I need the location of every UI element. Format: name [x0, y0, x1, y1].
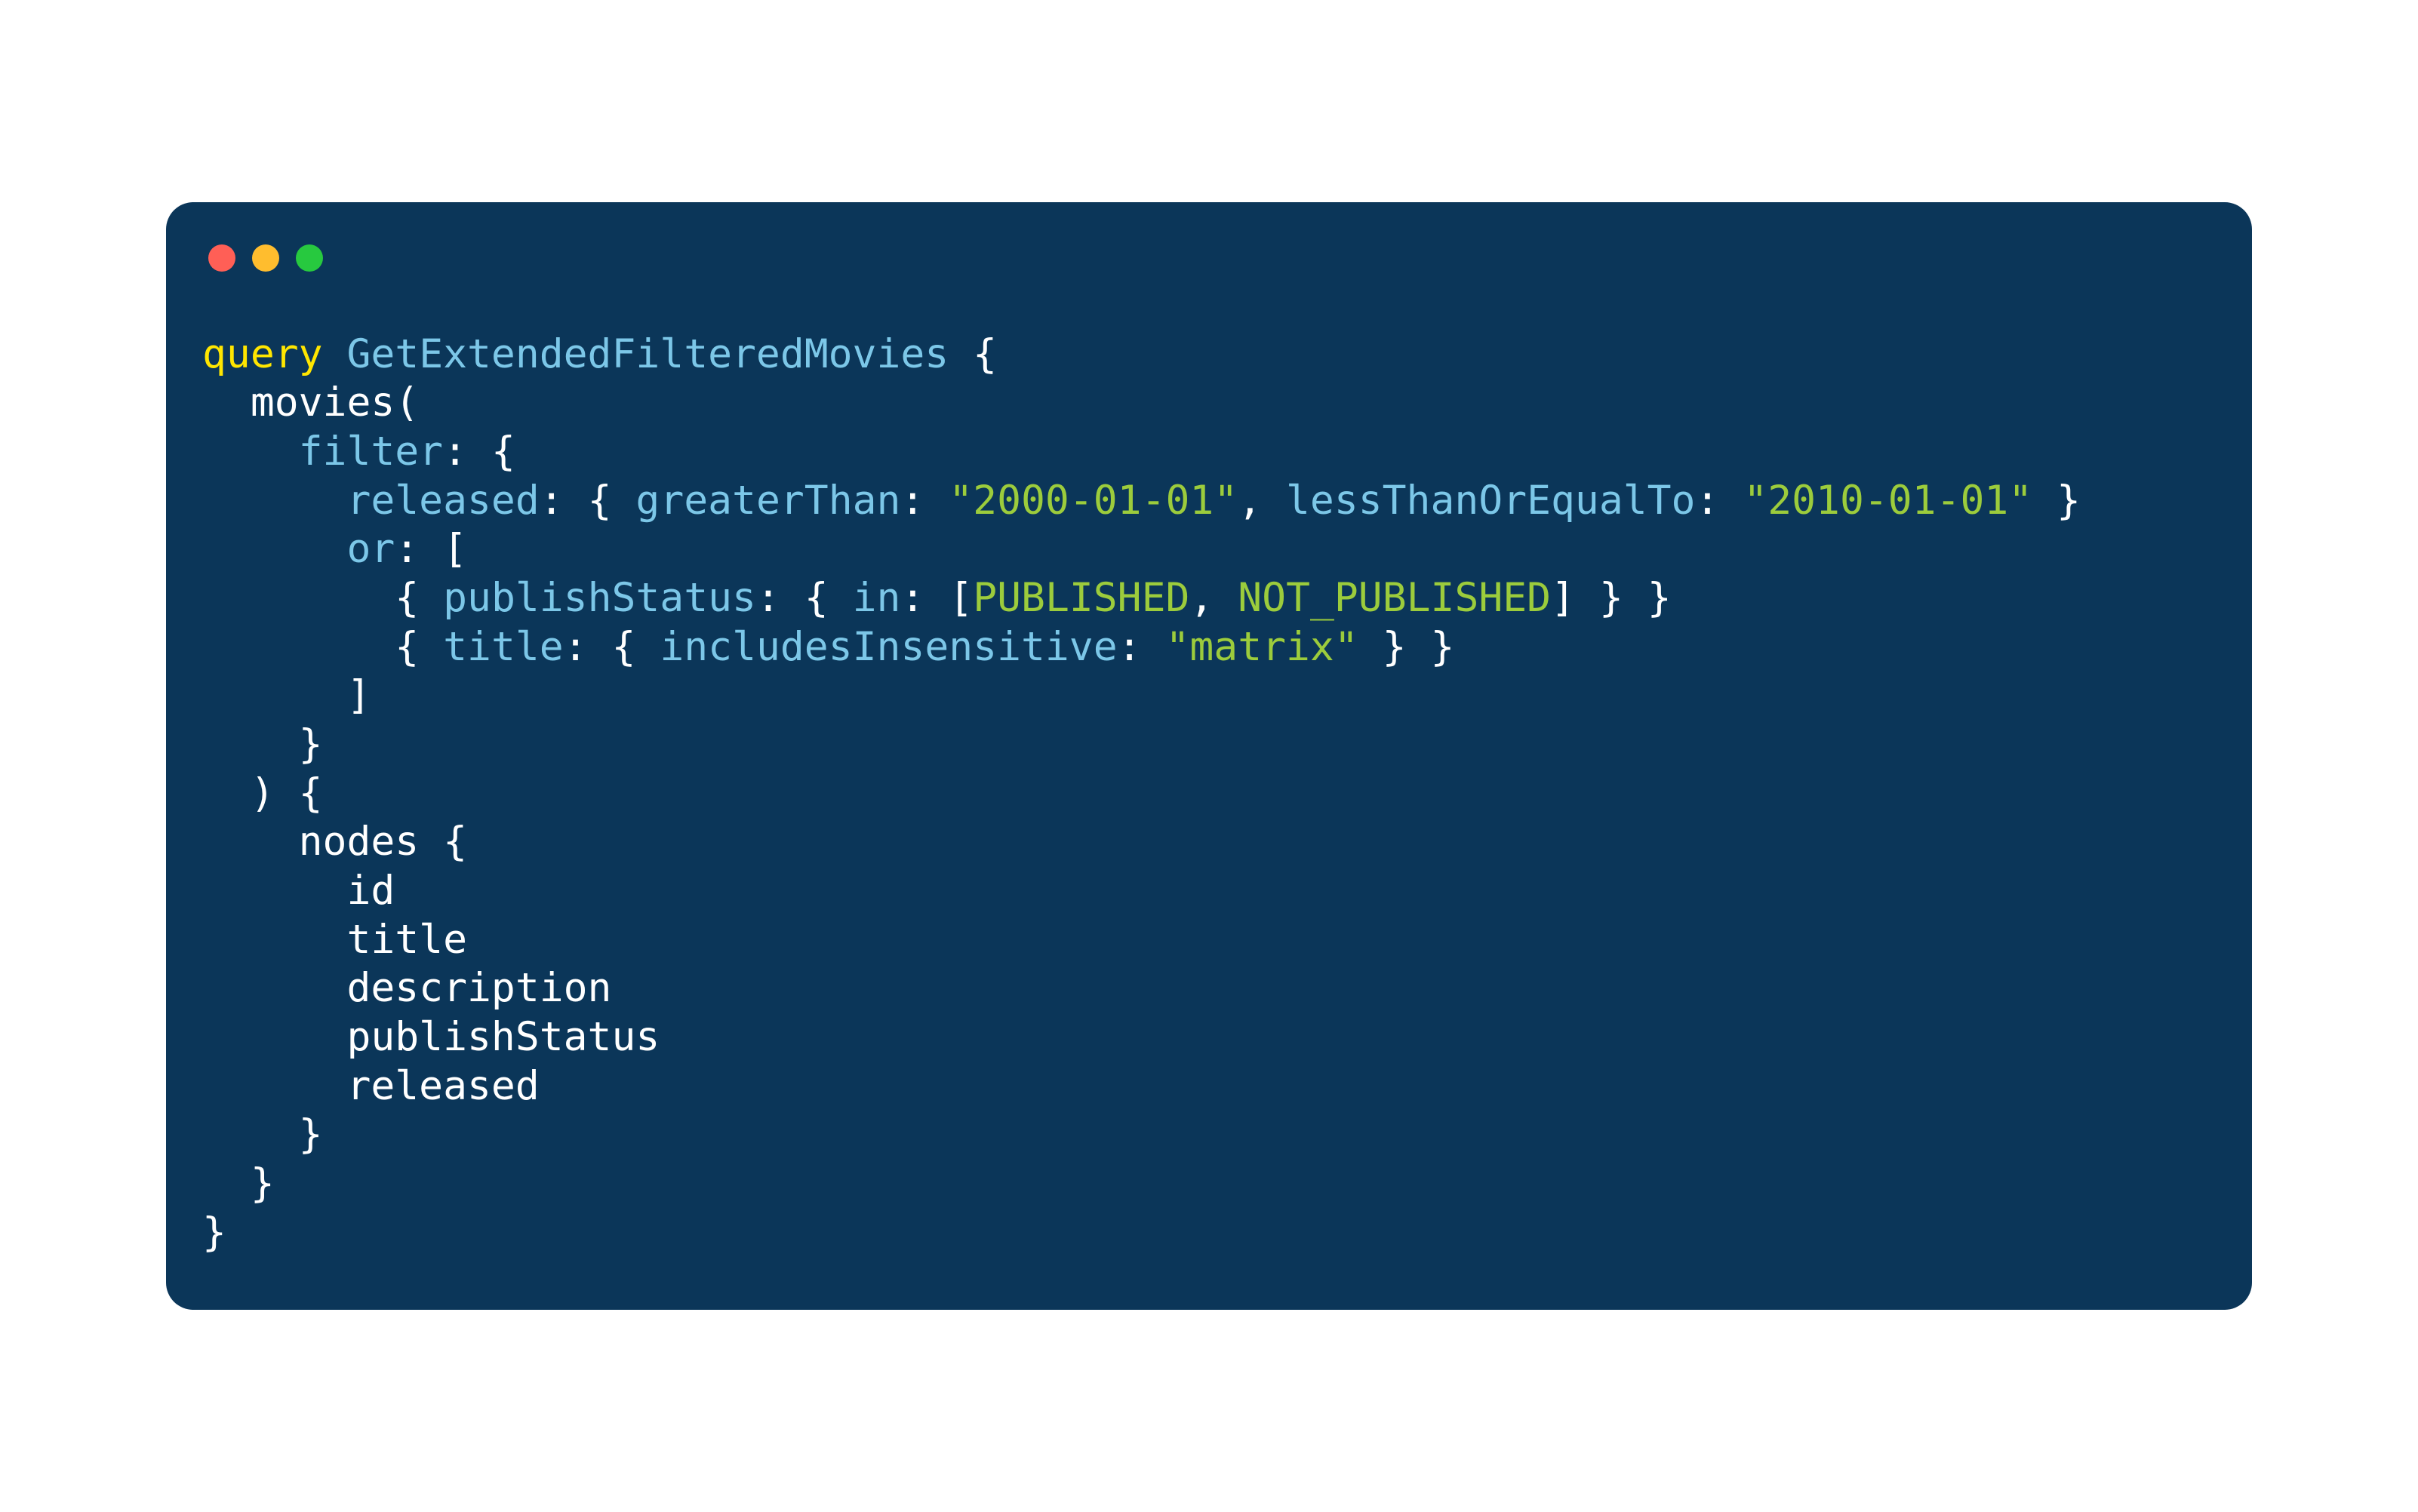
open-brace: {	[395, 575, 419, 621]
colon: :	[564, 624, 588, 670]
colon: :	[756, 575, 780, 621]
open-paren: (	[395, 380, 419, 426]
comma: ,	[1189, 575, 1214, 621]
close-brace: }	[1431, 624, 1455, 670]
arg-in: in	[853, 575, 901, 621]
sel-id: id	[346, 868, 395, 914]
close-brace: }	[1383, 624, 1407, 670]
enum-published: PUBLISHED	[973, 575, 1189, 621]
open-brace: {	[491, 429, 515, 475]
open-brace: {	[973, 331, 997, 377]
colon: :	[443, 429, 467, 475]
close-brace: }	[251, 1160, 275, 1206]
arg-includesInsensitive: includesInsensitive	[660, 624, 1117, 670]
string-matrix: "matrix"	[1165, 624, 1358, 670]
code-window: query GetExtendedFilteredMovies { movies…	[166, 202, 2252, 1310]
close-brace: }	[299, 1111, 323, 1157]
colon: :	[395, 526, 419, 572]
comma: ,	[1238, 478, 1262, 524]
open-bracket: [	[949, 575, 973, 621]
close-brace: }	[202, 1209, 226, 1255]
close-paren: )	[251, 770, 275, 816]
sel-description: description	[346, 965, 611, 1011]
arg-or: or	[346, 526, 395, 572]
close-bracket: ]	[1551, 575, 1575, 621]
arg-title: title	[443, 624, 564, 670]
open-bracket: [	[443, 526, 467, 572]
enum-not-published: NOT_PUBLISHED	[1238, 575, 1551, 621]
arg-publishStatus: publishStatus	[443, 575, 756, 621]
sel-publishStatus: publishStatus	[346, 1014, 660, 1060]
open-brace: {	[804, 575, 829, 621]
arg-released: released	[346, 478, 539, 524]
open-brace: {	[395, 624, 419, 670]
colon: :	[540, 478, 564, 524]
open-brace: {	[299, 770, 323, 816]
close-brace: }	[1599, 575, 1623, 621]
open-brace: {	[612, 624, 636, 670]
colon: :	[900, 478, 924, 524]
close-brace: }	[1647, 575, 1672, 621]
window-zoom-dot	[296, 244, 323, 272]
colon: :	[1695, 478, 1719, 524]
window-close-dot	[208, 244, 235, 272]
sel-released: released	[346, 1063, 539, 1109]
keyword-query: query	[202, 331, 323, 377]
sel-title: title	[346, 917, 467, 963]
open-brace: {	[588, 478, 612, 524]
arg-greaterThan: greaterThan	[635, 478, 900, 524]
colon: :	[1118, 624, 1142, 670]
traffic-lights	[208, 244, 2216, 272]
window-minimize-dot	[252, 244, 279, 272]
string-date2: "2010-01-01"	[1743, 478, 2032, 524]
field-movies: movies	[251, 380, 395, 426]
open-brace: {	[443, 819, 467, 865]
string-date1: "2000-01-01"	[949, 478, 1238, 524]
field-nodes: nodes	[299, 819, 420, 865]
arg-lessThanOrEqualTo: lessThanOrEqualTo	[1286, 478, 1695, 524]
colon: :	[900, 575, 924, 621]
operation-name: GetExtendedFilteredMovies	[346, 331, 949, 377]
code-block: query GetExtendedFilteredMovies { movies…	[202, 330, 2216, 1257]
arg-filter: filter	[299, 429, 443, 475]
close-brace: }	[299, 721, 323, 767]
close-brace: }	[2057, 478, 2081, 524]
close-bracket: ]	[346, 672, 371, 718]
